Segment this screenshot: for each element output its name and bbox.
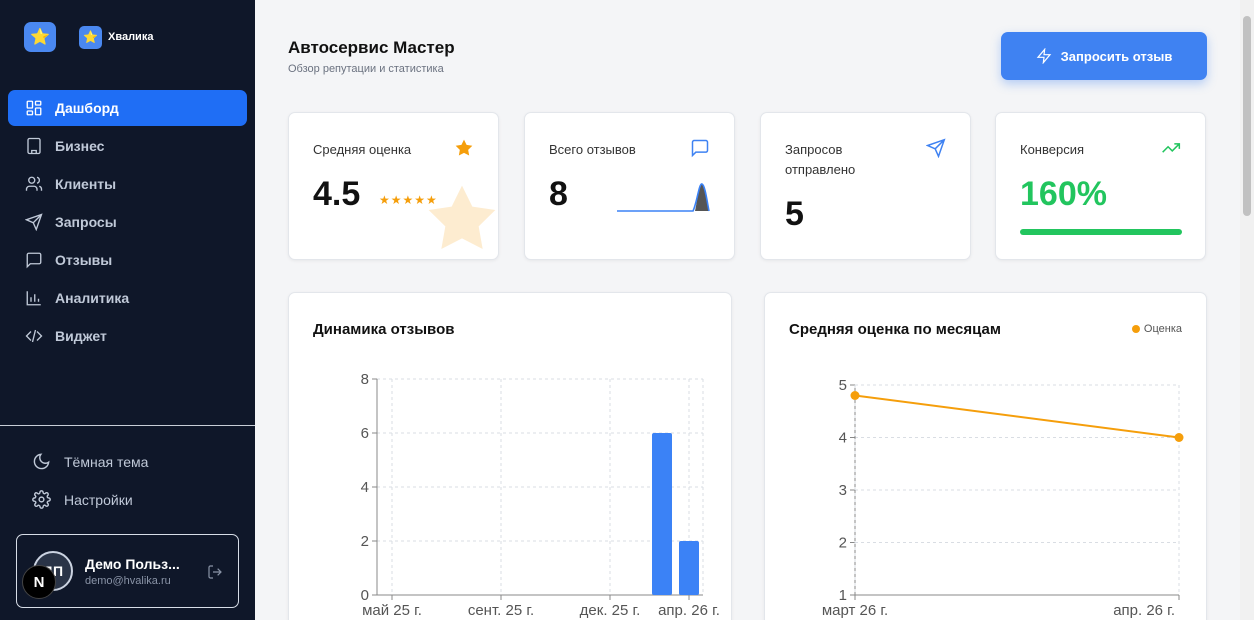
trending-up-icon	[1162, 143, 1181, 153]
y-tick-label: 4	[361, 479, 369, 496]
sidebar-item-business[interactable]: Бизнес	[8, 128, 247, 164]
sidebar-item-label: Дашборд	[55, 100, 119, 116]
request-review-button[interactable]: Запросить отзыв	[1001, 32, 1207, 80]
stat-value: 8	[549, 175, 568, 213]
sidebar-item-requests[interactable]: Запросы	[8, 204, 247, 240]
bar	[652, 433, 672, 595]
brand-name: Хвалика	[108, 31, 154, 43]
users-icon	[25, 176, 43, 191]
stat-card-average-rating: Средняя оценка 4.5 ★★★★★	[288, 112, 499, 260]
stat-value: 160%	[1020, 175, 1107, 213]
stat-label: Конверсия	[1020, 142, 1085, 157]
rating-stars: ★★★★★	[379, 193, 438, 207]
sparkline	[617, 183, 710, 212]
conversion-progress	[1020, 229, 1182, 235]
sidebar-item-widget[interactable]: Виджет	[8, 318, 247, 354]
dev-badge[interactable]: N	[22, 565, 56, 599]
settings-link[interactable]: Настройки	[32, 490, 133, 509]
sidebar-item-label: Виджет	[55, 328, 107, 344]
user-name: Демо Польз...	[85, 556, 180, 572]
building-icon	[27, 137, 41, 155]
sidebar-item-reviews[interactable]: Отзывы	[8, 242, 247, 278]
star-watermark-icon	[428, 185, 496, 249]
y-tick-label: 3	[839, 482, 847, 499]
x-tick-label: дек. 25 г.	[580, 602, 641, 619]
sidebar-divider	[0, 425, 255, 426]
x-tick-label: март 26 г.	[822, 602, 888, 619]
message-icon	[26, 252, 42, 269]
star-icon	[455, 139, 473, 156]
y-tick-label: 5	[839, 377, 847, 394]
page-title: Автосервис Мастер	[288, 38, 455, 57]
page-subtitle: Обзор репутации и статистика	[288, 63, 444, 75]
star-logo-icon[interactable]: ⭐	[24, 22, 56, 52]
sidebar-item-label: Бизнес	[55, 138, 105, 154]
y-tick-label: 4	[839, 430, 847, 447]
stat-card-requests-sent: Запросов отправлено 5	[760, 112, 971, 260]
series-line	[854, 394, 1180, 439]
stat-label: Запросов отправлено	[785, 142, 856, 177]
line-chart: 12345март 26 г. апр. 26 г.	[822, 377, 1184, 619]
y-tick-label: 8	[361, 371, 369, 388]
sidebar-item-label: Запросы	[55, 214, 117, 230]
sidebar-item-label: Аналитика	[55, 290, 130, 306]
settings-label: Настройки	[64, 491, 133, 508]
grid-icon	[26, 100, 42, 116]
lightning-icon	[1036, 48, 1051, 64]
sidebar-item-dashboard[interactable]: Дашборд	[8, 90, 247, 126]
moon-icon	[33, 453, 50, 470]
sidebar-item-analytics[interactable]: Аналитика	[8, 280, 247, 316]
stat-value: 5	[785, 195, 804, 233]
x-tick-label: сент. 25 г.	[468, 602, 534, 619]
bar-chart-icon	[26, 291, 41, 306]
theme-toggle-label: Тёмная тема	[64, 453, 149, 470]
stat-card-total-reviews: Всего отзывов 8	[524, 112, 735, 260]
message-icon	[691, 139, 709, 158]
stat-label: Всего отзывов	[549, 142, 636, 157]
scrollbar[interactable]	[1240, 0, 1254, 620]
bar-chart: 02468май 25 г. сент. 25 г. дек. 25 г. апр. …	[361, 371, 720, 619]
send-icon	[926, 138, 946, 158]
reviews-dynamics-panel: Динамика отзывов 0 2 4 6 8 май 25 г. сент. 25 …	[288, 292, 732, 620]
gear-icon	[32, 490, 51, 509]
y-tick-label: 2	[839, 535, 847, 552]
data-point	[850, 391, 860, 400]
sidebar-nav: Дашборд Бизнес Клиенты Запросы Отзывы Ан…	[8, 90, 247, 356]
sidebar-item-label: Отзывы	[55, 252, 113, 268]
sidebar-item-clients[interactable]: Клиенты	[8, 166, 247, 202]
y-tick-label: 6	[361, 425, 369, 442]
send-icon	[25, 213, 43, 231]
stat-value: 4.5	[313, 175, 361, 213]
star-logo-small-icon: ⭐	[79, 25, 102, 49]
user-email: demo@hvalika.ru	[85, 575, 171, 587]
x-tick-label: май 25 г.	[362, 602, 422, 619]
x-tick-label: апр. 26 г.	[658, 602, 720, 619]
data-point	[1174, 433, 1184, 442]
stat-card-conversion: Конверсия 160%	[995, 112, 1206, 260]
theme-toggle[interactable]: Тёмная тема	[32, 452, 148, 471]
monthly-rating-panel: Средняя оценка по месяцам Оценка 1 2 3 4 5 ма…	[764, 292, 1207, 620]
sidebar-item-label: Клиенты	[55, 176, 117, 192]
y-tick-label: 2	[361, 533, 369, 550]
brand[interactable]: ⭐ ⭐ Хвалика	[24, 22, 153, 52]
code-icon	[25, 329, 43, 343]
scroll-thumb[interactable]	[1243, 16, 1251, 216]
stat-label: Средняя оценка	[313, 142, 412, 157]
bar	[679, 541, 699, 595]
x-tick-label: апр. 26 г.	[1113, 602, 1175, 619]
sidebar: ⭐ ⭐ Хвалика Дашборд Бизнес Клиенты Запро…	[0, 0, 255, 620]
logout-icon[interactable]	[207, 564, 223, 580]
request-review-label: Запросить отзыв	[1060, 48, 1173, 64]
